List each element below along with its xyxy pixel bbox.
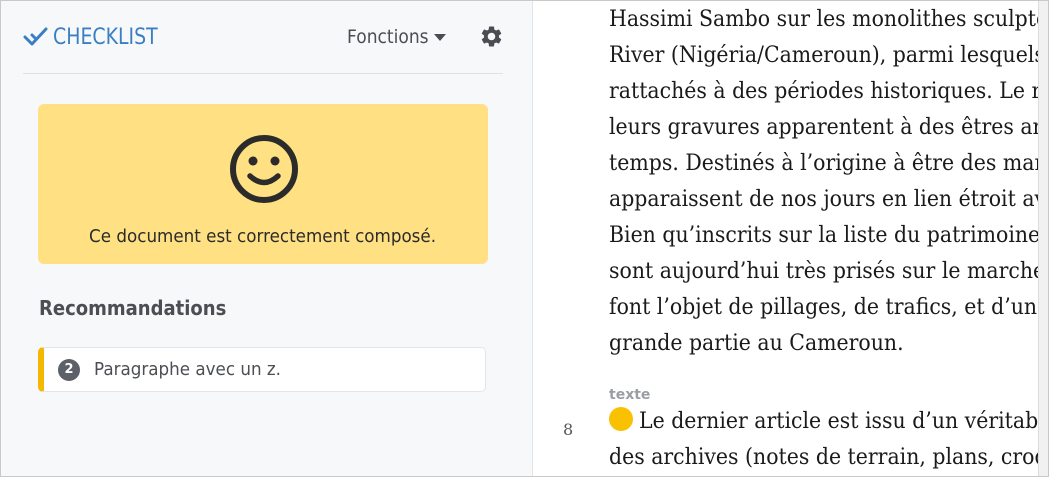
warning-dot-icon[interactable] <box>609 407 633 431</box>
recommendation-label: Paragraphe avec un z. <box>94 359 282 380</box>
text-line: temps. Destinés à l’origine à être des m… <box>609 151 1048 176</box>
text-line: Le dernier article est issu d’un véritab… <box>639 409 1048 434</box>
text-line: sont aujourd’hui très prisés sur le marc… <box>609 259 1046 284</box>
gear-icon[interactable] <box>479 24 504 49</box>
scrollbar[interactable] <box>1038 1 1048 476</box>
checkmark-icon <box>23 27 48 46</box>
block-type-tag: texte <box>609 387 651 403</box>
status-message: Ce document est correctement composé. <box>89 226 437 247</box>
document-view[interactable]: Hassimi Sambo sur les monolithes sculpte… <box>533 1 1048 476</box>
checklist-logo[interactable]: CHECKLIST <box>23 23 175 51</box>
fonctions-menu[interactable]: Fonctions <box>347 25 446 49</box>
text-line: leurs gravures apparentent à des êtres a… <box>609 115 1048 140</box>
text-line: Hassimi Sambo sur les monolithes sculpte <box>609 7 1048 32</box>
checklist-sidebar: CHECKLIST Fonctions Ce document est corr… <box>1 1 533 476</box>
count-badge: 2 <box>58 358 80 381</box>
logo-text: CHECKLIST <box>53 24 158 50</box>
status-card: Ce document est correctement composé. <box>38 104 488 264</box>
text-line: des archives (notes de terrain, plans, c… <box>609 445 1048 470</box>
app-window: CHECKLIST Fonctions Ce document est corr… <box>0 0 1049 477</box>
caret-down-icon <box>433 33 446 41</box>
text-line: rattachés à des périodes historiques. Le… <box>609 79 1048 104</box>
text-line: font l’objet de pillages, de trafics, et… <box>609 295 1048 320</box>
text-line: Bien qu’inscrits sur la liste du patrimo… <box>609 223 1041 248</box>
header-divider <box>23 73 503 74</box>
recommendations-heading: Recommandations <box>39 296 227 320</box>
text-line: grande partie au Cameroun. <box>609 331 904 356</box>
fonctions-label: Fonctions <box>347 26 429 48</box>
text-line: apparaissent de nos jours en lien étroit… <box>609 187 1047 212</box>
paragraph-number: 8 <box>563 420 574 439</box>
recommendation-item[interactable]: 2 Paragraphe avec un z. <box>38 347 486 392</box>
smiley-face-icon <box>230 135 298 203</box>
text-line: River (Nigéria/Cameroun), parmi lesquels <box>609 43 1045 68</box>
